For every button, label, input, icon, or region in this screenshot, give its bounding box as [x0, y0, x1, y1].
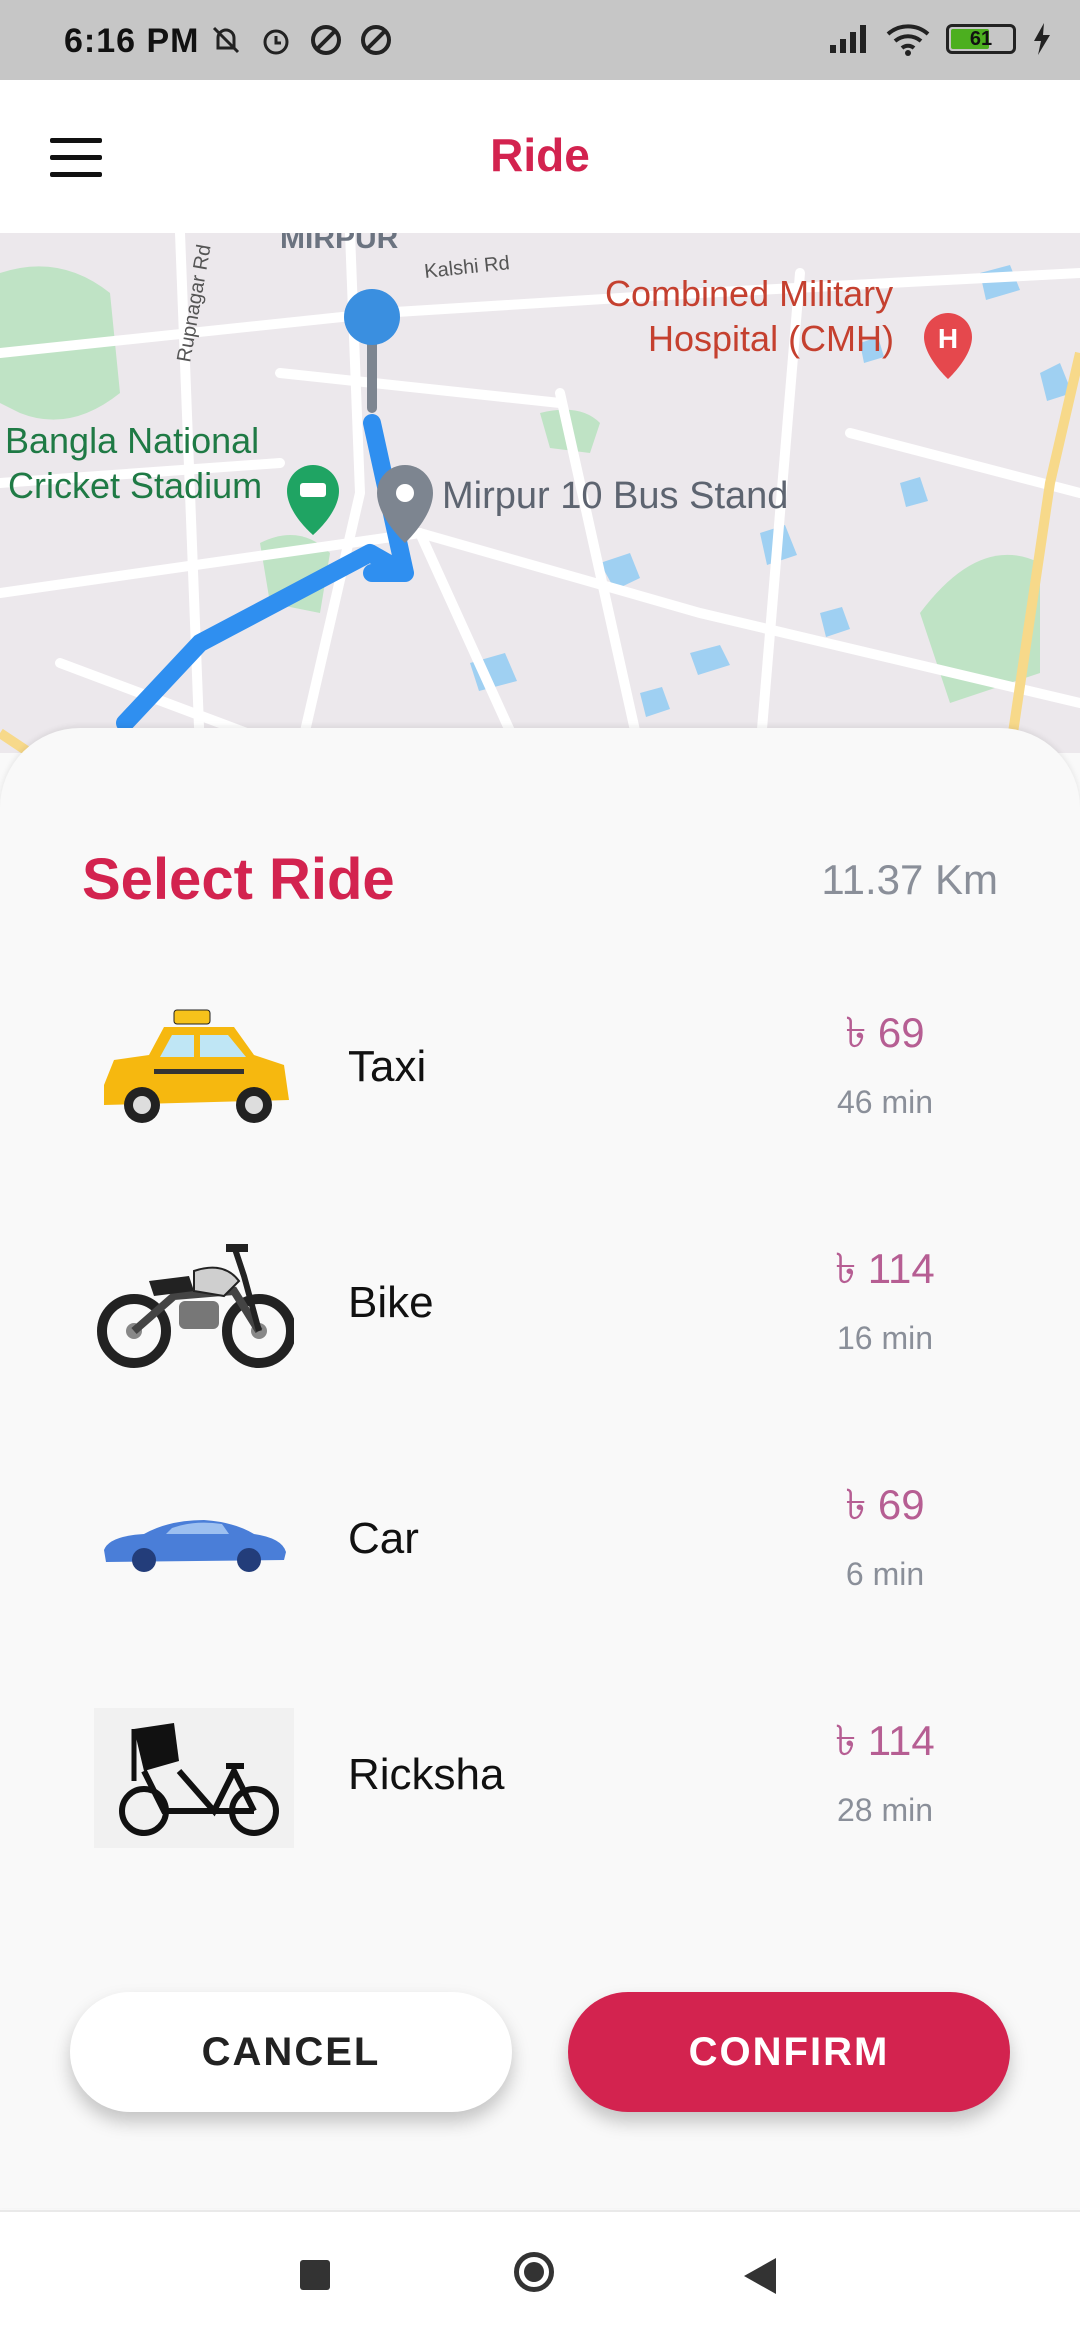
ride-eta: 6 min	[845, 1556, 925, 1592]
battery-level: 61	[969, 28, 993, 50]
back-icon[interactable]	[742, 2256, 778, 2296]
cancel-button[interactable]: CANCEL	[70, 1992, 512, 2112]
map-label-stadium-1: Bangla National	[5, 420, 259, 461]
ride-eta: 16 min	[836, 1320, 934, 1356]
map-label-hospital-1: Combined Military	[605, 273, 893, 314]
ride-name: Car	[348, 1514, 419, 1563]
map-label-bus-stand: Mirpur 10 Bus Stand	[442, 475, 788, 517]
map-label-stadium-2: Cricket Stadium	[8, 465, 262, 506]
ride-option-ricksha[interactable]: Ricksha ৳ 114 28 min	[0, 1708, 1080, 1908]
map-label-hospital-2: Hospital (CMH)	[648, 318, 894, 359]
ride-fare: ৳ 69	[845, 1481, 925, 1528]
rickshaw-icon	[94, 1708, 294, 1848]
sheet-title: Select Ride	[82, 847, 395, 912]
route-map[interactable]: MIRPUR Kalshi Rd Rupnagar Rd Combined Mi…	[0, 233, 1080, 753]
system-nav-bar	[0, 2210, 1080, 2342]
ride-name: Bike	[348, 1278, 434, 1327]
battery-icon: 61	[946, 24, 1016, 54]
motorbike-icon	[94, 1236, 294, 1376]
home-icon[interactable]	[514, 2252, 554, 2292]
app-bar: Ride	[0, 80, 1080, 233]
ride-eta: 28 min	[836, 1792, 934, 1828]
ride-eta: 46 min	[836, 1084, 934, 1120]
alarm-icon	[263, 29, 289, 55]
ride-fare: ৳ 114	[835, 1245, 935, 1292]
ride-option-car[interactable]: Car ৳ 69 6 min	[0, 1472, 1080, 1672]
recents-icon[interactable]	[300, 2260, 330, 2290]
data-saver-icon	[311, 25, 341, 55]
ride-option-bike[interactable]: Bike ৳ 114 16 min	[0, 1236, 1080, 1436]
ride-fare: ৳ 69	[845, 1009, 925, 1056]
ride-selection-sheet: Select Ride 11.37 Km Taxi ৳ 69 46 min Bi…	[0, 728, 1080, 2208]
page-title: Ride	[490, 129, 590, 181]
taxi-icon	[94, 1000, 294, 1140]
ride-name: Ricksha	[348, 1750, 505, 1799]
svg-text:H: H	[938, 323, 958, 354]
status-time: 6:16 PM	[64, 22, 200, 60]
ride-fare: ৳ 114	[835, 1717, 935, 1764]
confirm-button[interactable]: CONFIRM	[568, 1992, 1010, 2112]
wifi-icon	[886, 24, 930, 56]
status-bar: 6:16 PM 61	[0, 0, 1080, 80]
charging-icon	[1034, 23, 1050, 55]
map-canvas: MIRPUR Kalshi Rd Rupnagar Rd Combined Mi…	[0, 233, 1080, 753]
ride-name: Taxi	[348, 1042, 427, 1091]
signal-icon	[830, 25, 866, 53]
trip-distance: 11.37 Km	[821, 856, 998, 903]
mute-notifications-icon	[212, 26, 240, 54]
data-saver-icon-2	[361, 25, 391, 55]
map-label-area: MIRPUR	[280, 233, 399, 255]
car-icon	[94, 1472, 294, 1612]
ride-option-taxi[interactable]: Taxi ৳ 69 46 min	[0, 1000, 1080, 1200]
